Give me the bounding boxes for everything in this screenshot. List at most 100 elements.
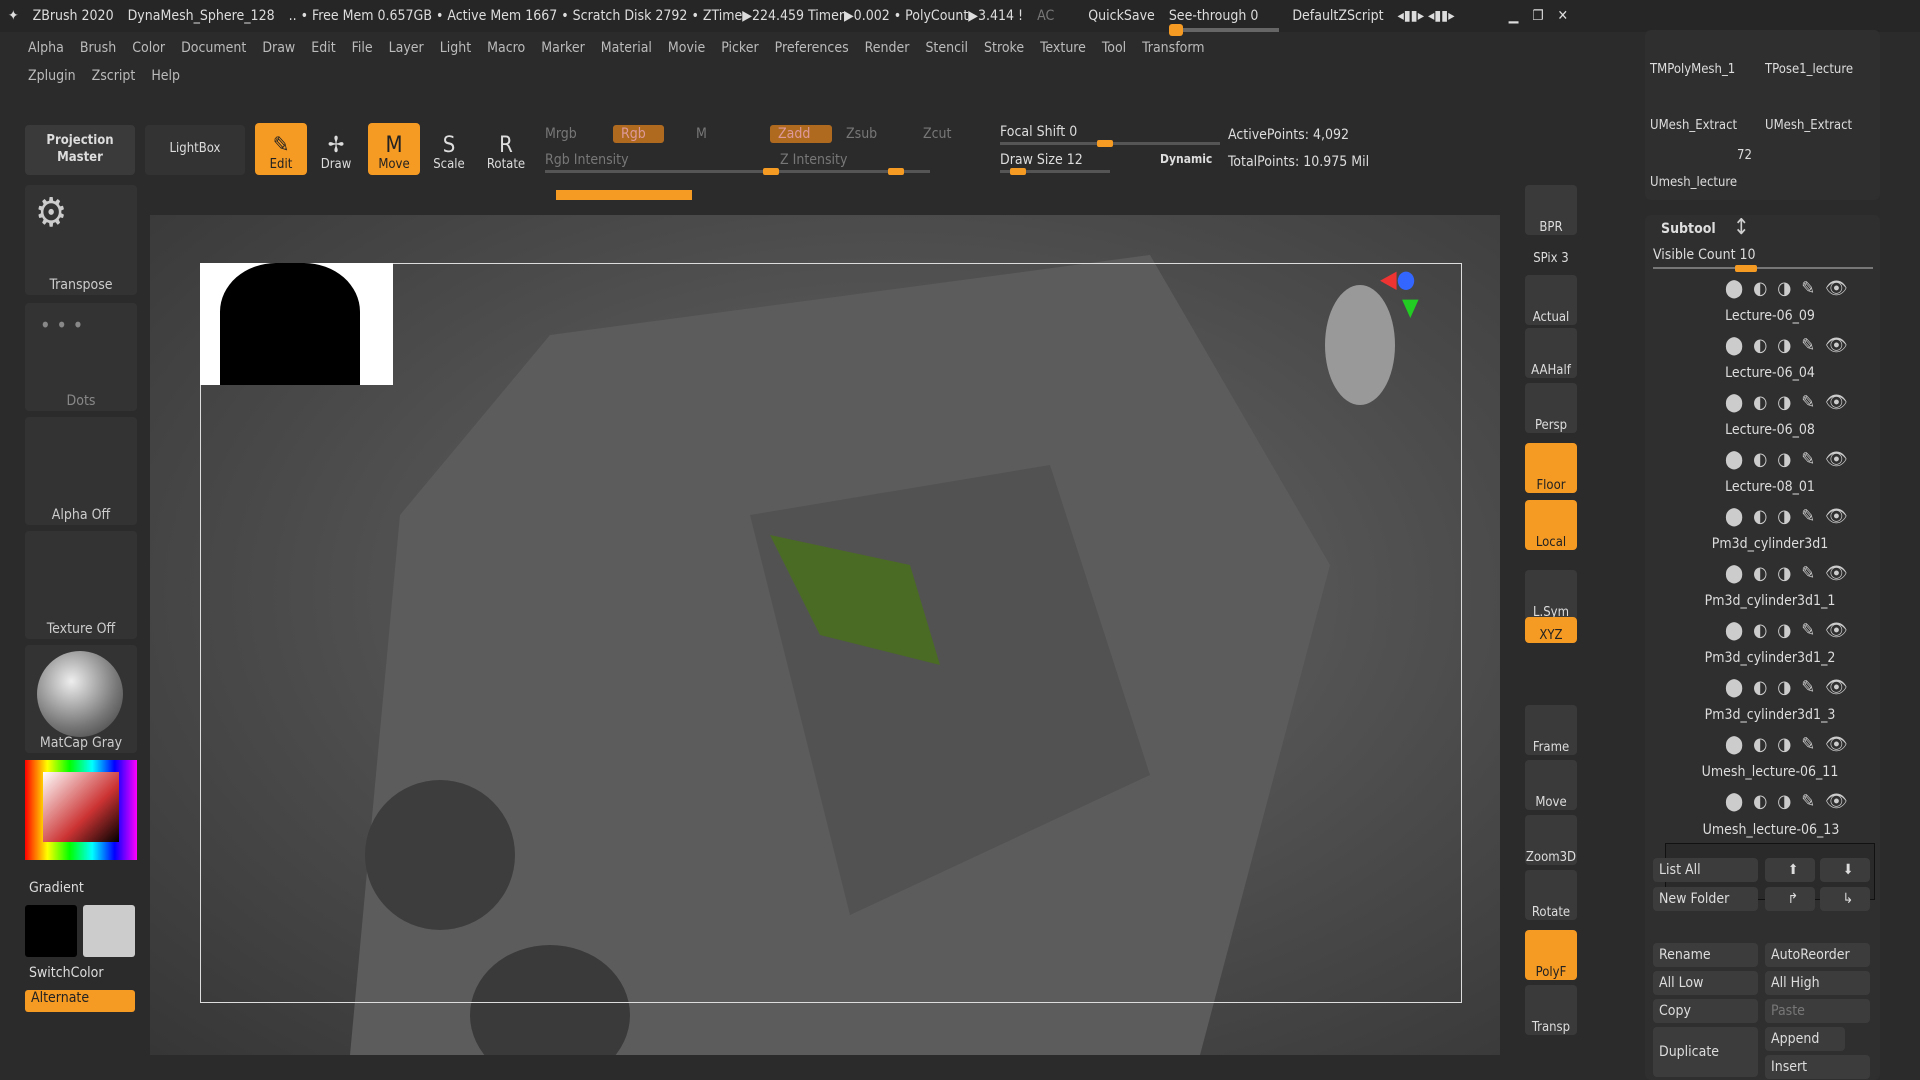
eye-icon[interactable]: 👁 (1825, 734, 1848, 755)
arrow-down-icon[interactable]: ⬇ (1820, 858, 1870, 882)
eye-icon[interactable]: 👁 (1825, 335, 1848, 356)
tool-thumb-1[interactable]: TMPolyMesh_1 (1650, 62, 1735, 77)
visibility-toggle-icon[interactable]: ⬤ (1725, 392, 1743, 413)
rgb-intensity-slider[interactable] (545, 168, 785, 175)
visibility-toggle-icon[interactable]: ⬤ (1725, 734, 1743, 755)
menu-macro[interactable]: Macro (481, 38, 531, 58)
menu-stroke[interactable]: Stroke (978, 38, 1030, 58)
eye-icon[interactable]: 👁 (1825, 506, 1848, 527)
solo-icon[interactable]: ◑ (1777, 734, 1791, 755)
move-button[interactable]: M Move (368, 123, 420, 175)
polypaint-icon[interactable]: ◐ (1753, 278, 1767, 299)
eye-icon[interactable]: 👁 (1825, 677, 1848, 698)
mrgb-button[interactable]: Mrgb (545, 126, 577, 142)
rename-button[interactable]: Rename (1653, 943, 1758, 967)
quicksave-button[interactable]: QuickSave (1088, 8, 1155, 24)
solo-icon[interactable]: ◑ (1777, 449, 1791, 470)
shelf-frame-button[interactable]: Frame (1525, 705, 1577, 755)
polypaint-icon[interactable]: ◐ (1753, 563, 1767, 584)
duplicate-button[interactable]: Duplicate (1653, 1027, 1758, 1077)
tool-thumb-5[interactable]: Umesh_lecture (1650, 175, 1737, 190)
menu-layer[interactable]: Layer (383, 38, 430, 58)
shelf-move-button[interactable]: Move (1525, 760, 1577, 810)
menu-render[interactable]: Render (859, 38, 916, 58)
shelf-aahalf-button[interactable]: AAHalf (1525, 328, 1577, 378)
eye-icon[interactable]: 👁 (1825, 563, 1848, 584)
all-high-button[interactable]: All High (1765, 971, 1870, 995)
dots-stroke-button[interactable]: • • • Dots (25, 303, 137, 411)
eye-icon[interactable]: 👁 (1825, 449, 1848, 470)
visibility-toggle-icon[interactable]: ⬤ (1725, 563, 1743, 584)
see-through-slider[interactable]: See-through 0 (1168, 8, 1279, 36)
polypaint-icon[interactable]: ◐ (1753, 506, 1767, 527)
shelf-bpr-button[interactable]: BPR (1525, 185, 1577, 235)
solo-icon[interactable]: ◑ (1777, 563, 1791, 584)
append-button[interactable]: Append (1765, 1027, 1845, 1051)
brush-icon[interactable]: ✎ (1801, 620, 1815, 641)
eye-icon[interactable]: 👁 (1825, 620, 1848, 641)
brush-icon[interactable]: ✎ (1801, 734, 1815, 755)
visibility-toggle-icon[interactable]: ⬤ (1725, 449, 1743, 470)
transpose-button[interactable]: ⚙ Transpose (25, 185, 137, 295)
shelf-spix-3-button[interactable]: SPix 3 (1525, 240, 1577, 266)
solo-icon[interactable]: ◑ (1777, 677, 1791, 698)
list-all-button[interactable]: List All (1653, 858, 1758, 882)
polypaint-icon[interactable]: ◐ (1753, 449, 1767, 470)
polypaint-icon[interactable]: ◐ (1753, 791, 1767, 812)
brush-icon[interactable]: ✎ (1801, 335, 1815, 356)
shelf-persp-button[interactable]: Persp (1525, 383, 1577, 433)
solo-icon[interactable]: ◑ (1777, 392, 1791, 413)
shelf-actual-button[interactable]: Actual (1525, 275, 1577, 325)
menu-alpha[interactable]: Alpha (22, 38, 70, 58)
polypaint-icon[interactable]: ◐ (1753, 620, 1767, 641)
shelf-rotate-button[interactable]: Rotate (1525, 870, 1577, 920)
restore-icon[interactable]: ❐ (1532, 8, 1543, 24)
brush-icon[interactable]: ✎ (1801, 392, 1815, 413)
shelf-zoom3d-button[interactable]: Zoom3D (1525, 815, 1577, 865)
edit-button[interactable]: ✎ Edit (255, 123, 307, 175)
solo-icon[interactable]: ◑ (1777, 791, 1791, 812)
visibility-toggle-icon[interactable]: ⬤ (1725, 677, 1743, 698)
brush-icon[interactable]: ✎ (1801, 791, 1815, 812)
eye-icon[interactable]: 👁 (1825, 392, 1848, 413)
solo-icon[interactable]: ◑ (1777, 620, 1791, 641)
dynamic-button[interactable]: Dynamic (1160, 152, 1212, 166)
rotate-button[interactable]: R Rotate (480, 123, 532, 175)
menu-light[interactable]: Light (434, 38, 477, 58)
close-icon[interactable]: ✕ (1558, 8, 1569, 24)
draw-size-slider[interactable] (1000, 168, 1110, 175)
axis-gizmo-icon[interactable]: ◀● ▼ (1380, 265, 1419, 321)
subtool-title[interactable]: Subtool (1661, 221, 1716, 237)
shelf-l-sym-button[interactable]: L.Sym (1525, 570, 1577, 620)
menu-edit[interactable]: Edit (305, 38, 341, 58)
tool-thumb-2[interactable]: TPose1_lecture (1765, 62, 1853, 77)
projection-master-button[interactable]: Projection Master (25, 125, 135, 175)
shelf-local-button[interactable]: Local (1525, 500, 1577, 550)
polypaint-icon[interactable]: ◐ (1753, 677, 1767, 698)
move-to-folder-icon[interactable]: ↱ (1765, 887, 1815, 911)
visibility-toggle-icon[interactable]: ⬤ (1725, 506, 1743, 527)
visibility-toggle-icon[interactable]: ⬤ (1725, 335, 1743, 356)
visibility-toggle-icon[interactable]: ⬤ (1725, 791, 1743, 812)
brush-icon[interactable]: ✎ (1801, 449, 1815, 470)
layout-icon[interactable]: ◂▮▮▸ ◂▮▮▸ (1398, 8, 1455, 24)
menu-draw[interactable]: Draw (256, 38, 301, 58)
main-color-swatch[interactable] (25, 905, 77, 957)
shelf-floor-button[interactable]: Floor (1525, 443, 1577, 493)
switchcolor-button[interactable]: SwitchColor (29, 965, 104, 981)
polypaint-icon[interactable]: ◐ (1753, 734, 1767, 755)
tool-thumb-3[interactable]: UMesh_Extract (1650, 118, 1737, 133)
shelf-polyf-button[interactable]: PolyF (1525, 930, 1577, 980)
menu-zscript[interactable]: Zscript (86, 66, 142, 86)
color-picker[interactable] (25, 760, 137, 860)
eye-icon[interactable]: 👁 (1825, 791, 1848, 812)
minimize-icon[interactable]: ▁ (1509, 8, 1519, 24)
solo-icon[interactable]: ◑ (1777, 335, 1791, 356)
solo-icon[interactable]: ◑ (1777, 278, 1791, 299)
menu-help[interactable]: Help (145, 66, 186, 86)
shelf-transp-button[interactable]: Transp (1525, 985, 1577, 1035)
m-button[interactable]: M (696, 126, 707, 142)
shelf-xyz-button[interactable]: XYZ (1525, 617, 1577, 643)
zsub-button[interactable]: Zsub (846, 126, 877, 142)
menu-picker[interactable]: Picker (715, 38, 764, 58)
